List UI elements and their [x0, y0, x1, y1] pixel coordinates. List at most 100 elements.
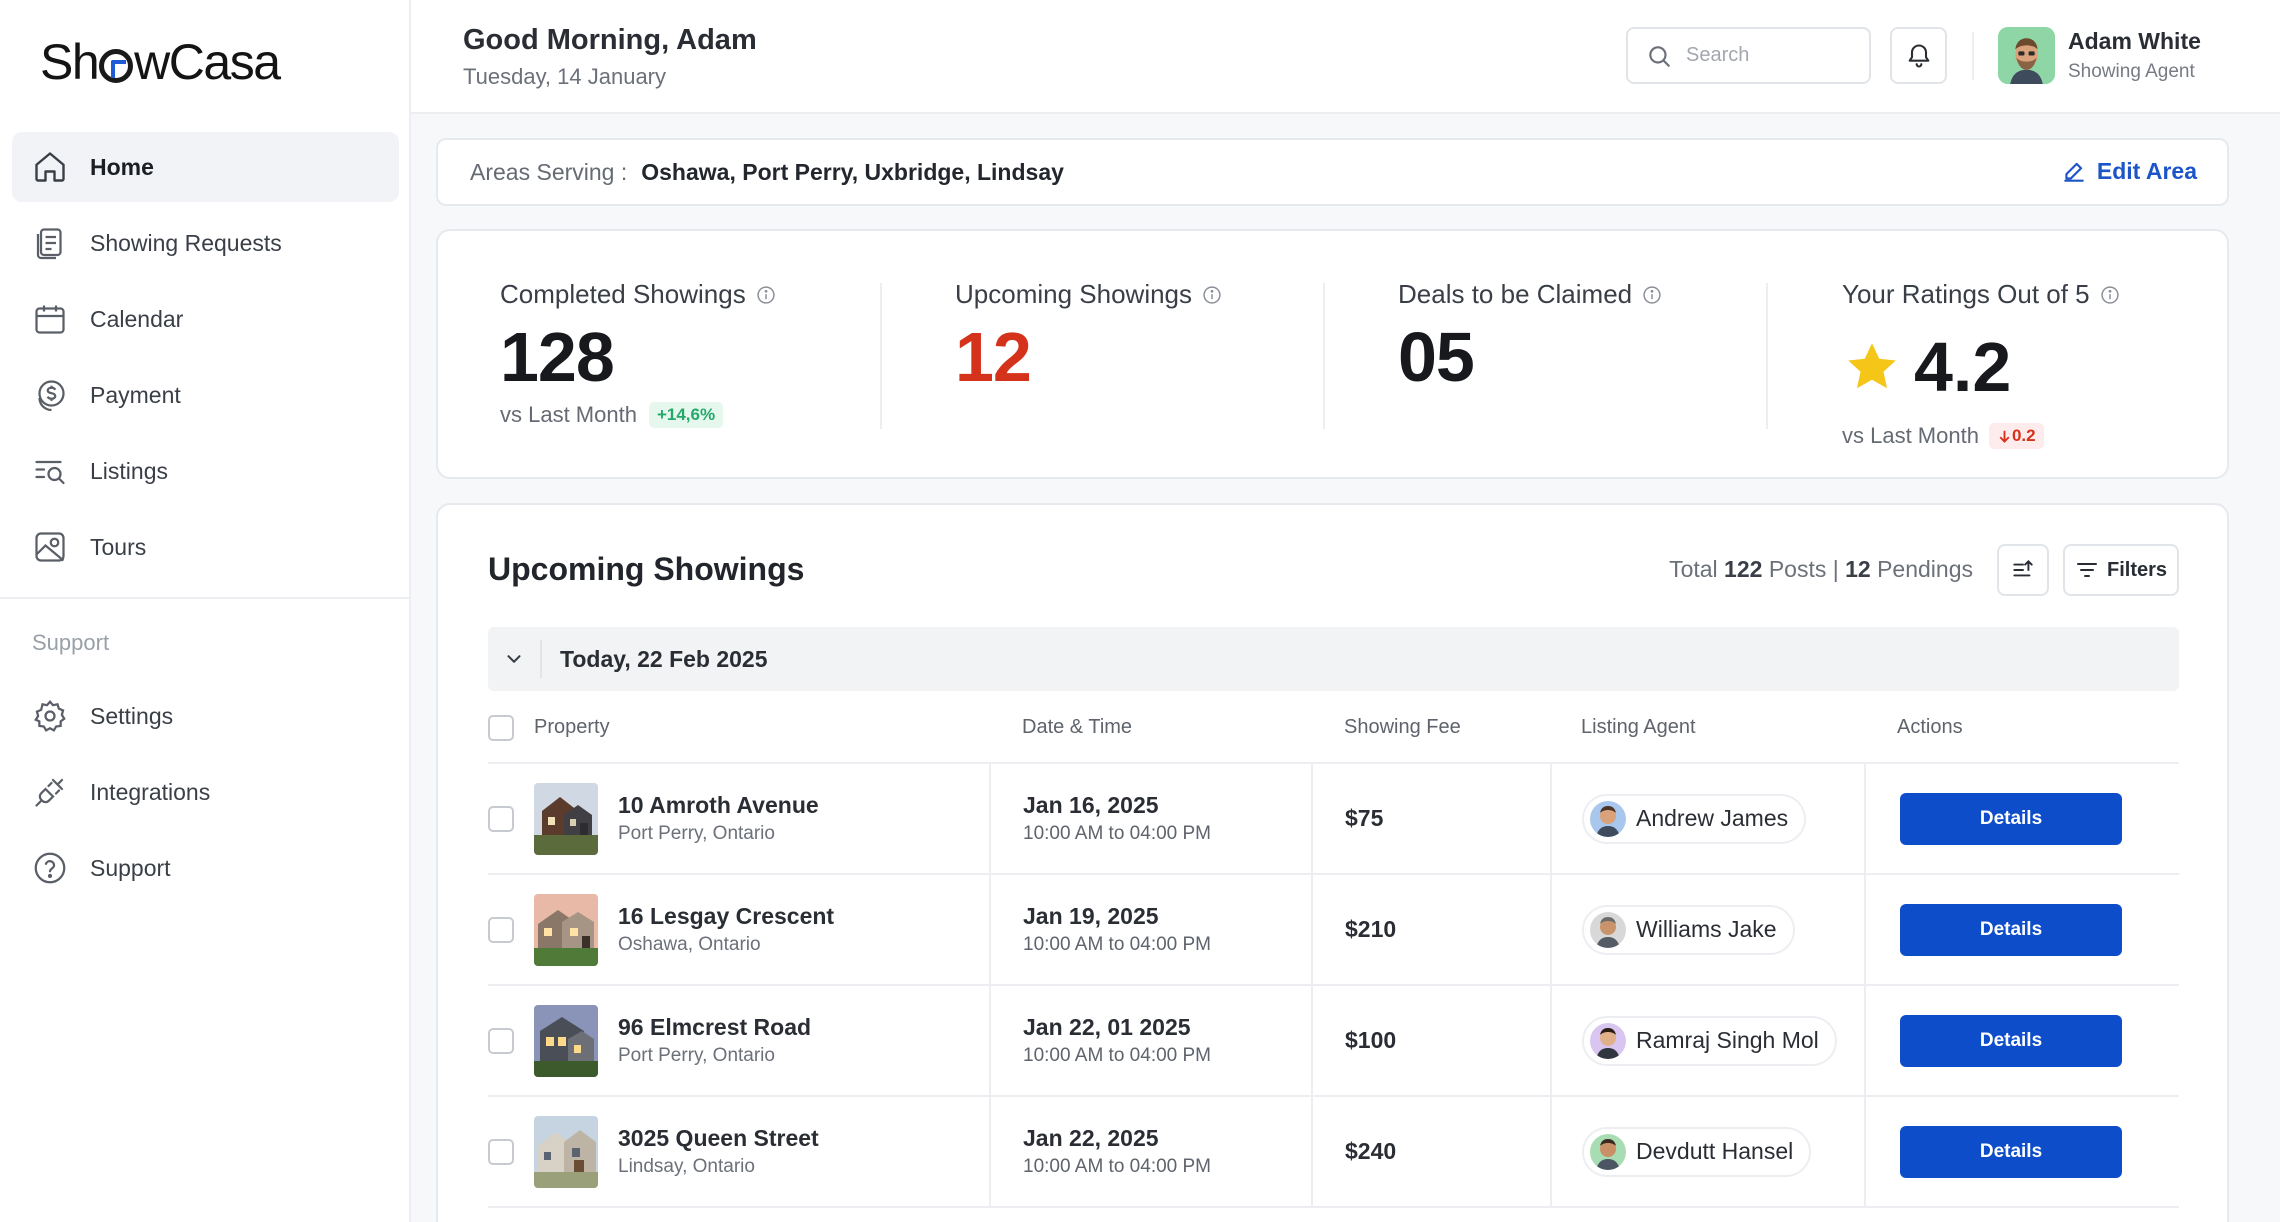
listing-agent-chip[interactable]: Ramraj Singh Mol [1582, 1015, 1837, 1066]
sidebar-item-payment[interactable]: Payment [12, 360, 399, 430]
row-checkbox[interactable] [488, 1138, 514, 1165]
table-row[interactable]: 96 Elmcrest Road Port Perry, Ontario Jan… [488, 985, 2179, 1097]
sidebar-item-showing-requests[interactable]: Showing Requests [12, 208, 399, 278]
sidebar-item-label: Integrations [90, 778, 211, 805]
details-button[interactable]: Details [1900, 903, 2122, 956]
info-icon[interactable] [1642, 285, 1662, 305]
support-nav: Settings Integrations Support [12, 681, 399, 909]
row-checkbox[interactable] [488, 805, 514, 832]
property-thumbnail[interactable] [534, 782, 598, 855]
user-avatar[interactable] [1998, 27, 2055, 84]
property-location: Lindsay, Ontario [618, 1156, 755, 1177]
sidebar-item-settings[interactable]: Settings [12, 681, 399, 751]
column-header-listing-agent[interactable]: Listing Agent [1551, 693, 1865, 764]
help-circle-icon [32, 850, 68, 886]
stat-divider [880, 283, 882, 429]
row-checkbox[interactable] [488, 1027, 514, 1054]
header-divider [1972, 32, 1974, 80]
section-title: Upcoming Showings [488, 551, 805, 587]
sidebar-item-home[interactable]: Home [12, 132, 399, 202]
search-input[interactable] [1686, 44, 1856, 67]
sidebar-item-calendar[interactable]: Calendar [12, 284, 399, 354]
change-badge-positive: +14,6% [648, 402, 724, 428]
search-icon [1649, 45, 1670, 67]
property-name[interactable]: 16 Lesgay Crescent [618, 903, 834, 930]
table-row[interactable]: 16 Lesgay Crescent Oshawa, Ontario Jan 1… [488, 874, 2179, 986]
chevron-down-icon [507, 655, 521, 663]
collapse-toggle[interactable] [488, 640, 542, 678]
showcasa-logo[interactable]: Sh wCasa [40, 30, 281, 94]
filter-icon [2076, 563, 2097, 577]
property-location: Oshawa, Ontario [618, 934, 761, 955]
agent-avatar [1590, 1022, 1626, 1059]
info-icon[interactable] [756, 285, 776, 305]
sidebar-divider [0, 597, 409, 599]
details-button[interactable]: Details [1900, 1014, 2122, 1067]
table-row[interactable]: 10 Amroth Avenue Port Perry, Ontario Jan… [488, 763, 2179, 875]
edit-area-button[interactable]: Edit Area [2061, 158, 2197, 185]
sidebar-item-support[interactable]: Support [12, 833, 399, 903]
dollar-coin-icon [32, 377, 68, 413]
showing-time: 10:00 AM to 04:00 PM [1023, 1045, 1212, 1066]
arrow-down-icon [1999, 430, 2010, 443]
change-badge-negative: 0.2 [1988, 423, 2044, 449]
stats-card: Completed Showings 128 vs Last Month +14… [436, 229, 2229, 479]
home-icon [32, 149, 68, 185]
change-value: 0.2 [2011, 426, 2036, 445]
map-pin-icon [32, 529, 68, 565]
listing-agent-chip[interactable]: Andrew James [1582, 793, 1807, 844]
table-row[interactable]: 3025 Queen Street Lindsay, Ontario Jan 2… [488, 1096, 2179, 1208]
details-button[interactable]: Details [1900, 792, 2122, 845]
sidebar-item-label: Tours [90, 533, 147, 560]
details-button[interactable]: Details [1900, 1125, 2122, 1178]
property-name[interactable]: 96 Elmcrest Road [618, 1014, 811, 1041]
info-icon[interactable] [2100, 285, 2120, 305]
sidebar-item-integrations[interactable]: Integrations [12, 757, 399, 827]
user-avatar-image [1998, 27, 2055, 84]
stat-compare-label: vs Last Month [1842, 423, 1979, 448]
filters-button[interactable]: Filters [2063, 544, 2179, 596]
areas-serving-label: Areas Serving : [470, 158, 628, 185]
sidebar-item-label: Showing Requests [90, 229, 282, 256]
search-box[interactable] [1626, 27, 1871, 84]
property-name[interactable]: 3025 Queen Street [618, 1125, 819, 1152]
showing-date: Jan 22, 01 2025 [1023, 1014, 1191, 1040]
property-thumbnail[interactable] [534, 1115, 598, 1188]
date-group-header[interactable]: Today, 22 Feb 2025 [488, 627, 2179, 691]
sidebar-item-label: Support [90, 854, 171, 881]
showing-fee: $210 [1345, 916, 1397, 942]
stat-divider [1766, 283, 1768, 429]
showings-table: Property Date & Time Showing Fee Listing… [488, 693, 2179, 1208]
property-thumbnail[interactable] [534, 893, 598, 966]
column-header-showing-fee[interactable]: Showing Fee [1312, 693, 1551, 764]
listing-agent-chip[interactable]: Williams Jake [1582, 904, 1795, 955]
listing-agent-chip[interactable]: Devdutt Hansel [1582, 1126, 1812, 1177]
agent-name: Ramraj Singh Mol [1636, 1027, 1819, 1053]
sidebar-section-support: Support [32, 630, 110, 655]
agent-avatar [1590, 911, 1626, 948]
sidebar: Sh wCasa Home Showing Requests Calendar P… [0, 0, 411, 1222]
showing-date: Jan 16, 2025 [1023, 792, 1159, 818]
sidebar-item-tours[interactable]: Tours [12, 512, 399, 582]
sidebar-item-label: Home [90, 153, 154, 180]
notifications-button[interactable] [1890, 27, 1947, 84]
total-summary: Total 122 Posts | 12 Pendings [1669, 556, 1973, 582]
sort-button[interactable] [1997, 544, 2049, 596]
showing-date: Jan 19, 2025 [1023, 903, 1159, 929]
stat-value: 05 [1398, 318, 1475, 396]
column-header-actions: Actions [1865, 693, 2179, 764]
column-header-property[interactable]: Property [534, 693, 990, 764]
calendar-icon [32, 301, 68, 337]
sidebar-item-listings[interactable]: Listings [12, 436, 399, 506]
property-thumbnail[interactable] [534, 1004, 598, 1077]
info-icon[interactable] [1202, 285, 1222, 305]
user-name[interactable]: Adam White [2068, 28, 2201, 55]
row-checkbox[interactable] [488, 916, 514, 943]
showing-fee: $240 [1345, 1138, 1397, 1164]
select-all-checkbox[interactable] [488, 714, 514, 741]
property-name[interactable]: 10 Amroth Avenue [618, 792, 819, 819]
column-header-date-time[interactable]: Date & Time [990, 693, 1312, 764]
logo-o-mark [99, 49, 134, 83]
showing-fee: $75 [1345, 805, 1384, 831]
sidebar-item-label: Listings [90, 457, 168, 484]
